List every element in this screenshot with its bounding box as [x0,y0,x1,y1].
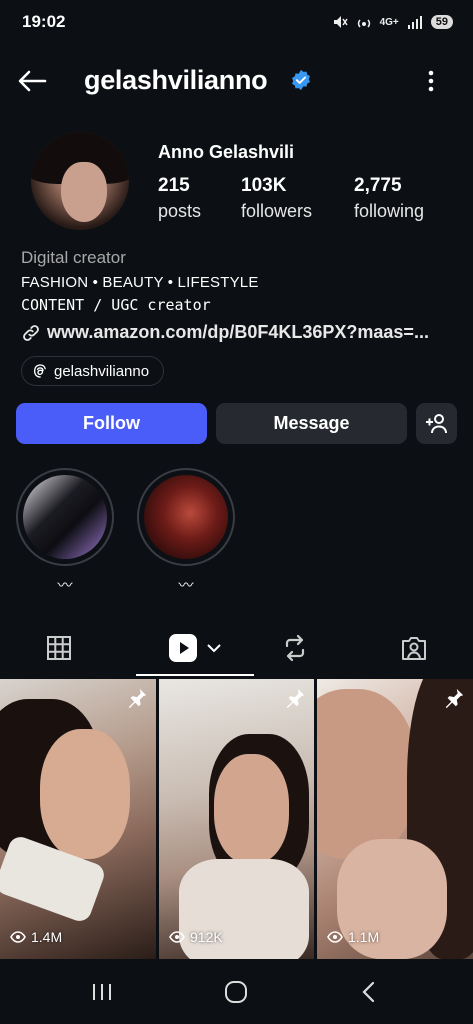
bio-line-1: FASHION • BEAUTY • LIFESTYLE [21,274,259,291]
stat-following[interactable]: 2,775 following [354,175,424,222]
reels-icon [169,634,197,662]
mute-icon [333,16,348,28]
recent-apps-button[interactable] [82,977,122,1007]
network-type: 4G+ [379,16,399,28]
view-count: 1.4M [10,929,62,945]
display-name: Anno Gelashvili [158,142,295,162]
following-count: 2,775 [354,175,402,196]
bio-link[interactable]: www.amazon.com/dp/B0F4KL36PX?maas=... [21,322,451,343]
followers-label: followers [241,201,313,221]
status-time: 19:02 [22,12,66,31]
view-count-text: 1.4M [31,929,63,945]
add-user-icon [425,413,447,433]
profile-tabs [0,620,473,676]
view-count-text: 1.1M [348,929,380,945]
view-count: 1.1M [327,929,379,945]
bio-category: Digital creator [21,248,126,267]
battery-indicator: 59 [430,15,453,29]
hotspot-icon [357,19,370,28]
recent-apps-icon [93,984,111,1000]
message-button[interactable]: Message [216,403,407,444]
tab-reposts[interactable] [236,620,354,676]
page-title: gelashvilianno [84,65,268,95]
reel-thumbnail[interactable]: 1.1M [317,679,473,959]
reel-thumbnail[interactable]: 912K [159,679,314,959]
followers-count: 103K [241,175,287,196]
link-icon [23,324,39,341]
highlight-label: 〰 [178,577,194,594]
profile-header: gelashvilianno [0,56,473,106]
posts-label: posts [158,201,202,221]
tab-grid[interactable] [0,620,118,676]
suggest-users-button[interactable] [416,403,457,444]
chevron-left-icon [362,981,375,1003]
pin-icon [128,688,147,709]
stat-posts[interactable]: 215 posts [158,175,201,222]
view-count-text: 912K [190,929,223,945]
following-label: following [354,201,425,221]
view-count: 912K [169,929,223,945]
posts-count: 215 [158,175,190,196]
status-bar: 19:02 4G+ 59 [0,0,473,44]
bio-line-2: CONTENT / UGC creator [21,296,211,314]
eye-icon [327,931,343,943]
signal-icon [407,16,422,29]
more-options-button[interactable] [418,64,444,98]
threads-badge[interactable]: gelashvilianno [21,356,165,386]
verified-badge-icon [292,69,310,91]
reels-grid: 1.4M 912K 1.1M [0,679,473,959]
home-button[interactable] [216,977,256,1007]
tab-tagged[interactable] [355,620,473,676]
story-highlight[interactable] [137,468,235,566]
system-nav-bar [0,962,473,1024]
threads-icon [33,364,46,378]
back-button[interactable] [14,64,50,98]
reel-thumbnail[interactable]: 1.4M [0,679,156,959]
story-highlight[interactable] [16,468,114,566]
arrow-left-icon [18,70,47,92]
home-icon [225,981,247,1003]
grid-icon [47,636,71,660]
back-nav-button[interactable] [348,977,388,1007]
chevron-down-icon [207,644,221,653]
tagged-icon [402,637,426,660]
follow-button[interactable]: Follow [16,403,207,444]
more-vertical-icon [428,70,434,92]
eye-icon [10,931,26,943]
status-icons: 4G+ 59 [332,15,453,29]
repost-icon [285,634,305,662]
bio: Digital creator FASHION • BEAUTY • LIFES… [21,248,461,314]
pin-icon [286,688,305,709]
active-tab-indicator [136,674,254,676]
bio-link-text: www.amazon.com/dp/B0F4KL36PX?maas=... [47,322,429,342]
eye-icon [169,931,185,943]
pin-icon [445,688,464,709]
stat-followers[interactable]: 103K followers [241,175,312,222]
avatar[interactable] [31,132,129,230]
highlight-label: 〰 [57,577,73,594]
threads-handle: gelashvilianno [54,362,150,380]
